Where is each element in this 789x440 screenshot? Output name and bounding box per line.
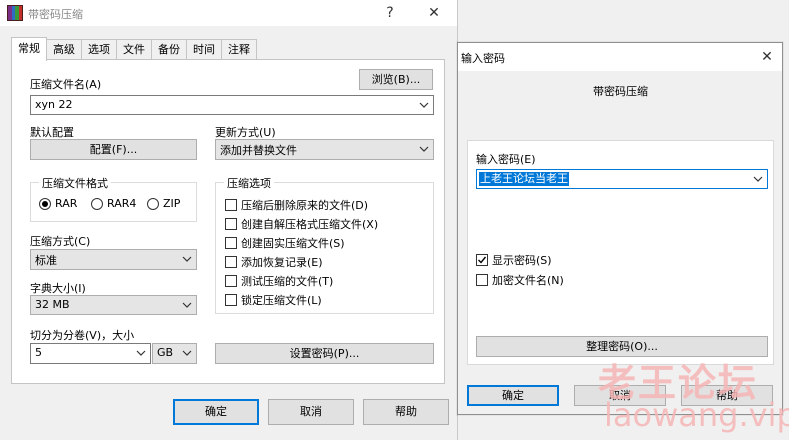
profiles-button[interactable]: 配置(F)... [30,139,197,160]
split-size-combo[interactable]: 5 [30,343,151,364]
checkbox-icon [225,199,237,211]
split-size-value: 5 [35,346,42,359]
split-unit-select[interactable]: GB [152,343,197,364]
update-mode-value: 添加并替换文件 [220,144,297,157]
chevron-down-icon [136,350,146,356]
option-test-checkbox[interactable]: 测试压缩的文件(T) [225,273,333,289]
password-panel: 输入密码(E) 上老王论坛当老王 显示密码(S) 加密文件名(N) 整理密码(O… [467,140,774,365]
archive-name-value: xyn 22 [35,98,73,111]
option-label: 添加恢复记录(E) [241,256,323,269]
encrypt-filenames-checkbox[interactable]: 加密文件名(N) [476,272,564,288]
option-sfx-checkbox[interactable]: 创建自解压格式压缩文件(X) [225,216,378,232]
archive-name-combo[interactable]: xyn 22 [30,95,434,115]
radio-icon [147,197,159,210]
compression-method-label: 压缩方式(C) [30,235,91,248]
show-password-label: 显示密码(S) [492,254,552,267]
checkbox-icon [225,275,237,287]
option-label: 创建自解压格式压缩文件(X) [241,218,379,231]
dictionary-size-label: 字典大小(I) [30,282,86,295]
tab-files[interactable]: 文件 [117,39,152,60]
winrar-icon [7,5,23,21]
password-dialog-titlebar[interactable]: 输入密码 ✕ [458,43,782,71]
tab-options[interactable]: 选项 [82,39,117,60]
encrypt-filenames-label: 加密文件名(N) [492,274,564,287]
checkbox-icon [225,294,237,306]
password-dialog-title: 输入密码 [461,52,505,65]
password-ok-button[interactable]: 确定 [467,385,559,406]
archive-dialog-titlebar[interactable]: 带密码压缩 ? ✕ [0,0,457,26]
password-value: 上老王论坛当老王 [479,172,569,186]
close-icon[interactable]: ✕ [421,3,447,23]
archive-format-group: 压缩文件格式 RAR RAR4 ZIP [30,175,197,222]
archive-format-label: 压缩文件格式 [39,175,111,191]
set-password-button[interactable]: 设置密码(P)... [215,343,434,364]
chevron-down-icon [419,102,429,108]
split-unit-value: GB [157,346,174,359]
archive-dialog: 带密码压缩 ? ✕ 常规 高级 选项 文件 备份 时间 注释 压缩文件名(A) … [0,0,458,440]
option-label: 测试压缩的文件(T) [241,275,334,288]
checkbox-icon [476,274,488,286]
format-rar4-radio[interactable]: RAR4 [91,197,136,210]
tab-strip: 常规 高级 选项 文件 备份 时间 注释 [11,37,257,61]
general-tab-panel: 压缩文件名(A) 浏览(B)... xyn 22 默认配置 配置(F)... 更… [11,59,445,384]
update-mode-select[interactable]: 添加并替换文件 [215,139,434,160]
dictionary-size-select[interactable]: 32 MB [30,295,197,315]
tab-general[interactable]: 常规 [11,37,47,61]
password-dialog-heading: 带密码压缩 [593,85,648,98]
checkbox-icon [225,256,237,268]
chevron-down-icon [182,256,192,262]
chevron-down-icon [419,146,429,152]
password-input[interactable]: 上老王论坛当老王 [476,169,768,189]
option-recovery-checkbox[interactable]: 添加恢复记录(E) [225,254,323,270]
archive-dialog-title: 带密码压缩 [28,8,83,21]
tab-time[interactable]: 时间 [187,39,222,60]
compression-method-select[interactable]: 标准 [30,249,197,270]
help-button[interactable]: 帮助 [363,399,449,425]
tab-advanced[interactable]: 高级 [47,39,82,60]
help-title-button[interactable]: ? [377,3,403,23]
archive-name-label: 压缩文件名(A) [30,78,102,91]
tab-comment[interactable]: 注释 [222,39,257,60]
split-volumes-label: 切分为分卷(V)，大小 [30,329,135,342]
close-icon[interactable]: ✕ [754,47,780,67]
dictionary-size-value: 32 MB [35,298,70,311]
option-label: 压缩后删除原来的文件(D) [241,199,369,212]
browse-button[interactable]: 浏览(B)... [359,69,433,90]
checkbox-icon [225,218,237,230]
option-label: 锁定压缩文件(L) [241,294,322,307]
format-rar4-label: RAR4 [107,197,137,210]
show-password-checkbox[interactable]: 显示密码(S) [476,252,552,268]
tab-backup[interactable]: 备份 [152,39,187,60]
password-label: 输入密码(E) [476,153,536,166]
watermark-url: laowang.vip [604,396,789,434]
ok-button[interactable]: 确定 [173,399,259,425]
compression-method-value: 标准 [35,254,57,267]
option-label: 创建固实压缩文件(S) [241,237,345,250]
checkbox-checked-icon [476,254,488,266]
radio-icon [91,197,103,210]
update-mode-label: 更新方式(U) [215,126,276,139]
format-zip-label: ZIP [163,197,181,210]
radio-selected-icon [39,197,51,210]
option-solid-checkbox[interactable]: 创建固实压缩文件(S) [225,235,345,251]
cancel-button[interactable]: 取消 [268,399,354,425]
compression-options-label: 压缩选项 [224,175,274,191]
compression-options-group: 压缩选项 压缩后删除原来的文件(D) 创建自解压格式压缩文件(X) 创建固实压缩… [215,175,434,314]
format-zip-radio[interactable]: ZIP [147,197,180,210]
checkbox-icon [225,237,237,249]
chevron-down-icon [182,350,192,356]
chevron-down-icon [753,176,763,182]
option-lock-checkbox[interactable]: 锁定压缩文件(L) [225,292,322,308]
option-delete-after-checkbox[interactable]: 压缩后删除原来的文件(D) [225,197,368,213]
default-profile-label: 默认配置 [30,126,74,139]
format-rar-label: RAR [55,197,78,210]
chevron-down-icon [182,302,192,308]
format-rar-radio[interactable]: RAR [39,197,77,210]
